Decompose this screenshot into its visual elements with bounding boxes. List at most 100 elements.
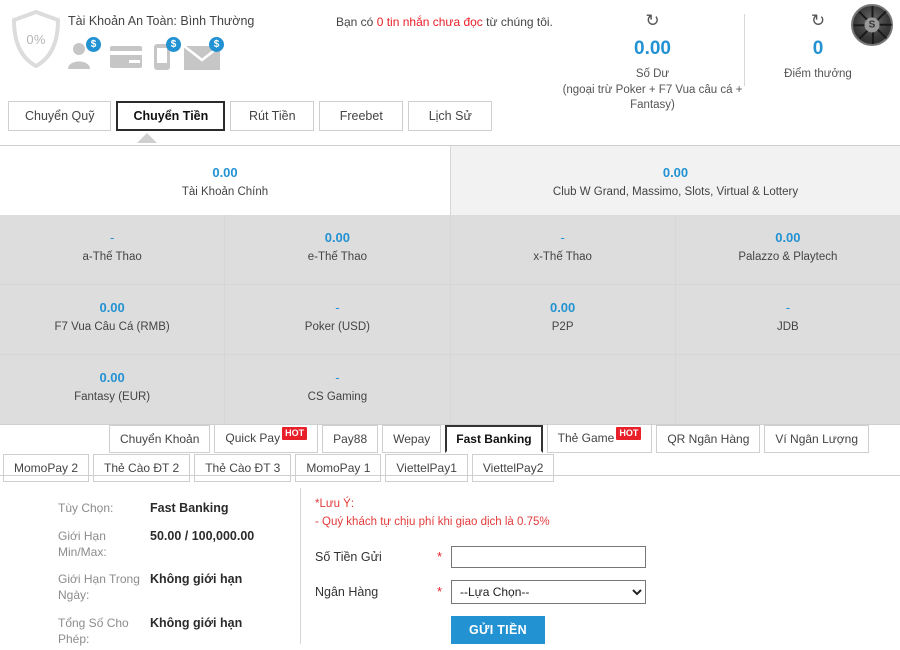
deposit-info-row: Tổng Số Cho Phép: Không giới hạn: [58, 615, 290, 647]
wallet-cell: 0.00 Tài Khoản Chính: [0, 146, 450, 215]
amount-field-row: Số Tiền Gửi *: [315, 545, 715, 568]
wallet-cell-name: e-Thế Thao: [307, 251, 367, 264]
account-transfer-page: 0% Tài Khoản An Toàn: Bình Thường $ $ $ …: [0, 0, 900, 650]
submit-row: GỬI TIỀN: [451, 615, 715, 644]
wallet-cell-name: x-Thế Thao: [533, 251, 592, 264]
wallet-cell-name: a-Thế Thao: [82, 251, 142, 264]
payment-tab-qr-ng-n-h-ng[interactable]: QR Ngân Hàng: [656, 425, 761, 453]
wallet-cell: 0.00 P2P: [449, 285, 675, 354]
payment-tab-v-ng-n-l-ng[interactable]: Ví Ngân Lượng: [764, 425, 869, 453]
payment-tab-label: MomoPay 2: [14, 461, 79, 475]
deposit-form-panel: Tùy Chọn: Fast Banking Giới Hạn Min/Max: 50…: [0, 486, 900, 650]
deposit-info-key: Giới Hạn Min/Max:: [58, 528, 107, 560]
wallet-cell-value: 0.00: [324, 230, 351, 245]
main-tab-label: Rút Tiền: [248, 109, 296, 123]
payment-tab-label: Fast Banking: [456, 432, 532, 446]
credit-card-icon[interactable]: [110, 40, 142, 70]
payment-tab-label: QR Ngân Hàng: [667, 432, 750, 446]
deposit-info-key: Tổng Số Cho Phép:: [58, 615, 129, 646]
wallet-cell: - JDB: [674, 285, 900, 354]
wallet-cell-value: -: [335, 370, 340, 385]
wallet-cell: 0.00 Club W Grand, Massimo, Slots, Virtua…: [450, 146, 900, 215]
wallet-row-main: 0.00 Tài Khoản Chính 0.00 Club W Grand, Mas…: [0, 145, 900, 215]
payment-tab-label: Pay88: [333, 432, 368, 446]
wallet-cell-value: -: [560, 230, 565, 245]
deposit-info-value: Không giới hạn: [150, 572, 243, 587]
amount-field-label: Số Tiền Gửi: [315, 549, 382, 564]
payment-tab-th-c-o-t-2[interactable]: Thẻ Cào ĐT 2: [93, 454, 191, 482]
wallet-cell: [674, 355, 900, 424]
notice-title: *Lưu Ý:: [315, 498, 355, 510]
payment-tab-fast-banking[interactable]: Fast Banking: [445, 425, 543, 453]
bank-select[interactable]: --Lựa Chọn--: [451, 579, 646, 604]
security-shield-icon: 0%: [10, 8, 62, 70]
payment-tab-label: Thẻ Game: [557, 431, 615, 445]
wallet-cell-name: P2P: [551, 321, 574, 334]
payment-tab-momopay-1[interactable]: MomoPay 1: [295, 454, 382, 482]
payment-tab-label: ViettelPay2: [482, 461, 544, 475]
refresh-balance-icon[interactable]: ↻: [560, 12, 745, 30]
submit-deposit-button[interactable]: GỬI TIỀN: [451, 615, 545, 644]
spin-wheel-icon[interactable]: S: [851, 4, 893, 46]
wallet-cell-value: 0.00: [99, 370, 125, 385]
wallet-balance-grid: 0.00 Tài Khoản Chính 0.00 Club W Grand, Mas…: [0, 145, 900, 425]
main-tab-2[interactable]: Rút Tiền: [230, 101, 315, 131]
wallet-cell-value: 0.00: [99, 300, 125, 315]
wallet-row: 0.00 Fantasy (EUR) - CS Gaming: [0, 354, 900, 425]
wallet-cell: - x-Thế Thao: [449, 215, 675, 284]
security-percent-label: 0%: [26, 31, 46, 47]
wallet-cell-value: -: [335, 300, 340, 315]
main-tab-label: Lịch Sử: [428, 109, 472, 123]
fee-notice: *Lưu Ý: - Quý khách tự chịu phí khi giao…: [315, 496, 715, 532]
msg-unread-count: 0 tin nhắn chưa đọc: [376, 15, 483, 29]
person-icon[interactable]: $: [66, 37, 101, 70]
payment-tab-quick-pay[interactable]: Quick Pay HOT: [214, 424, 319, 453]
wallet-cell-name: F7 Vua Câu Cá (RMB): [54, 321, 170, 334]
wallet-cell-name: Fantasy (EUR): [74, 391, 151, 404]
payment-tab-row-2: MomoPay 2 Thẻ Cào ĐT 2 Thẻ Cào ĐT 3 MomoPay…: [3, 454, 555, 482]
wallet-cell: 0.00 e-Thế Thao: [224, 215, 450, 284]
main-tab-label: Freebet: [339, 109, 383, 123]
active-tab-caret-icon: [137, 133, 157, 143]
envelope-icon[interactable]: $: [184, 37, 224, 70]
wallet-cell: 0.00 Fantasy (EUR): [0, 355, 225, 424]
payment-tab-pay88[interactable]: Pay88: [322, 425, 379, 453]
hot-badge: HOT: [282, 427, 308, 440]
balance-subtitle: (ngoại trừ Poker + F7 Vua câu cá + Fanta…: [562, 83, 743, 112]
wallet-cell-name: Club W Grand, Massimo, Slots, Virtual & …: [552, 186, 799, 199]
deposit-info-value: Không giới hạn: [150, 615, 243, 630]
deposit-info-key: Tùy Chọn:: [58, 501, 114, 515]
payment-tab-label: Quick Pay: [225, 431, 281, 445]
payment-tab-th-game[interactable]: Thẻ Game HOT: [546, 424, 653, 453]
security-icons-group: $ $ $: [66, 37, 224, 70]
payment-tab-viettelpay1[interactable]: ViettelPay1: [385, 454, 468, 482]
main-tab-4[interactable]: Lịch Sử: [408, 101, 493, 131]
wallet-cell: 0.00 Palazzo & Playtech: [674, 215, 900, 284]
payment-tab-wepay[interactable]: Wepay: [382, 425, 442, 453]
deposit-input-area: *Lưu Ý: - Quý khách tự chịu phí khi giao…: [315, 496, 715, 644]
main-tab-0[interactable]: Chuyển Quỹ: [8, 101, 112, 131]
form-vertical-divider: [300, 488, 301, 644]
wallet-cell-value: 0.00: [662, 165, 689, 180]
mobile-phone-icon[interactable]: $: [154, 37, 181, 70]
deposit-info-key: Giới Hạn Trong Ngày:: [58, 572, 140, 603]
account-status-label: Tài Khoản An Toàn: Bình Thường: [68, 14, 255, 28]
balance-title: Số Dư: [635, 68, 670, 80]
main-tab-1[interactable]: Chuyển Tiền: [116, 101, 226, 131]
main-balance-amount: 0.00: [634, 38, 671, 59]
wallet-cell-value: 0.00: [212, 165, 238, 180]
deposit-amount-input[interactable]: [451, 545, 646, 568]
main-tab-label: Chuyển Quỹ: [25, 109, 95, 123]
wallet-cell-name: CS Gaming: [307, 391, 368, 404]
payment-tab-viettelpay2[interactable]: ViettelPay2: [471, 454, 555, 482]
payment-tabs-underline: [0, 475, 900, 476]
main-balance-block: ↻ 0.00 Số Dư (ngoại trừ Poker + F7 Vua c…: [560, 12, 745, 114]
wallet-cell: - CS Gaming: [224, 355, 450, 424]
payment-tab-th-c-o-t-3[interactable]: Thẻ Cào ĐT 3: [194, 454, 292, 482]
wallet-cell-name: Poker (USD): [304, 321, 370, 334]
main-tab-3[interactable]: Freebet: [319, 101, 404, 131]
wallet-cell-value: -: [785, 300, 791, 315]
payment-tab-momopay-2[interactable]: MomoPay 2: [3, 454, 90, 482]
payment-tab-chuy-n-kho-n[interactable]: Chuyển Khoản: [109, 425, 211, 453]
wallet-cell-value: 0.00: [549, 300, 576, 315]
